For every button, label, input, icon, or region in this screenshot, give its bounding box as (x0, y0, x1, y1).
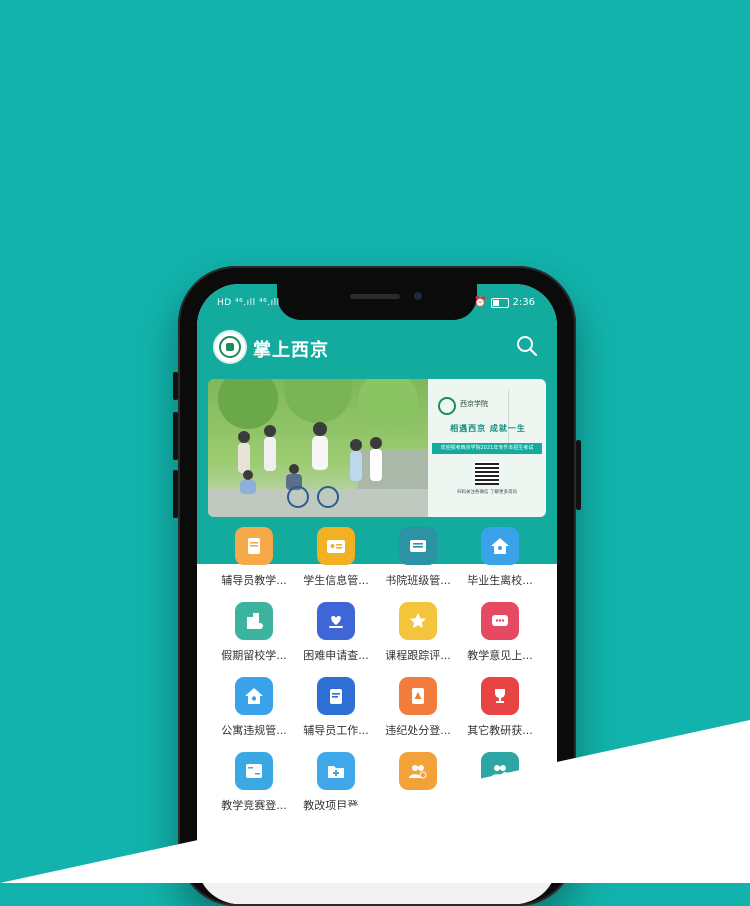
status-time: 2:36 (512, 297, 535, 308)
search-icon[interactable] (515, 334, 539, 358)
document-icon (235, 527, 273, 565)
home-gear-icon (235, 677, 273, 715)
school-seal-icon (438, 397, 456, 415)
home-icon (481, 527, 519, 565)
module-tile[interactable]: 假期留校学... (213, 597, 295, 662)
module-label: 困难申请查... (303, 649, 369, 662)
module-label: 辅导员工作... (303, 724, 369, 737)
battery-icon (490, 297, 509, 308)
module-tile[interactable]: 加入教师团... (377, 747, 459, 812)
module-label: 违纪处分登... (385, 724, 451, 737)
alert-doc-icon (399, 677, 437, 715)
module-tile[interactable]: 教学意见上... (459, 597, 541, 662)
status-right: ⏰ 2:36 (474, 297, 535, 308)
promo-banner[interactable]: 西京学院 相遇西京 成就一生 欢迎报考西京学院2021年专升本招生考试 扫码关注… (208, 379, 546, 517)
front-camera (414, 292, 422, 300)
clipboard-icon (317, 677, 355, 715)
module-tile[interactable]: 课程跟踪评... (377, 597, 459, 662)
message-icon (481, 602, 519, 640)
school-logo (213, 330, 247, 364)
star-icon (399, 602, 437, 640)
module-label: 教学竞赛登... (221, 799, 287, 812)
module-tile[interactable]: 违纪处分登... (377, 672, 459, 737)
module-label: 其它教研获... (467, 724, 533, 737)
trophy-icon (481, 677, 519, 715)
module-label: 公寓违规管... (221, 724, 287, 737)
module-label: 加入教师团... (385, 799, 451, 812)
phone-volume-down (173, 470, 178, 518)
qr-code-icon (475, 461, 499, 485)
module-tile[interactable]: 毕业生离校... (459, 522, 541, 587)
add-user-icon (481, 752, 519, 790)
module-tile[interactable]: 辅导员教学... (213, 522, 295, 587)
banner-school-name: 西京学院 (460, 400, 488, 408)
module-tile[interactable]: 其它教研获... (459, 672, 541, 737)
module-tile[interactable]: 困难申请查... (295, 597, 377, 662)
id-card-icon (317, 527, 355, 565)
module-label: 假期留校学... (221, 649, 287, 662)
module-label: 教改项目登... (303, 799, 369, 812)
module-tile[interactable]: 教学竞赛登... (213, 747, 295, 812)
module-tile[interactable]: 辅导员工作... (295, 672, 377, 737)
module-label: 课程跟踪评... (385, 649, 451, 662)
phone-power-button (576, 440, 581, 510)
alarm-icon: ⏰ (474, 297, 487, 308)
module-tile[interactable]: 学生信息管... (295, 522, 377, 587)
banner-slogan: 相遇西京 成就一生 (450, 423, 526, 433)
banner-strip: 欢迎报考西京学院2021年专升本招生考试 (432, 443, 542, 454)
banner-photo (208, 379, 428, 517)
qr-caption: 扫码关注各微信 了解更多资讯 (457, 490, 517, 495)
signal-indicators: HD ⁴⁶.ıll ⁴⁶.ıll (217, 298, 280, 308)
calculator-icon (235, 752, 273, 790)
phone-volume-up (173, 412, 178, 460)
building-icon (235, 602, 273, 640)
list-folder-icon (399, 527, 437, 565)
phone-side-button (173, 372, 178, 400)
module-label: 教学意见上... (467, 649, 533, 662)
module-tile[interactable] (459, 747, 541, 811)
module-tile[interactable]: 教改项目登... (295, 747, 377, 812)
team-icon (399, 752, 437, 790)
module-grid: 辅导员教学... 学生信息管... 书院班级管... 毕业生离校... 假期留校学...… (197, 522, 557, 812)
clock-tower-graphic (508, 389, 539, 449)
module-label: 毕业生离校... (467, 574, 533, 587)
folder-plus-icon (317, 752, 355, 790)
module-label: 书院班级管... (385, 574, 451, 587)
module-tile[interactable]: 公寓违规管... (213, 672, 295, 737)
heart-hand-icon (317, 602, 355, 640)
app-title: 掌上西京 (253, 340, 329, 361)
notch (277, 284, 477, 320)
module-label: 学生信息管... (303, 574, 369, 587)
earpiece-speaker (350, 294, 400, 299)
module-label: 辅导员教学... (221, 574, 287, 587)
module-tile[interactable]: 书院班级管... (377, 522, 459, 587)
bottom-bar (197, 870, 557, 904)
banner-info-card: 西京学院 相遇西京 成就一生 欢迎报考西京学院2021年专升本招生考试 扫码关注… (428, 379, 546, 517)
phone-screen: HD ⁴⁶.ıll ⁴⁶.ıll ⏰ 2:36 掌上西京 西京学院 相遇西京 成… (197, 284, 557, 904)
